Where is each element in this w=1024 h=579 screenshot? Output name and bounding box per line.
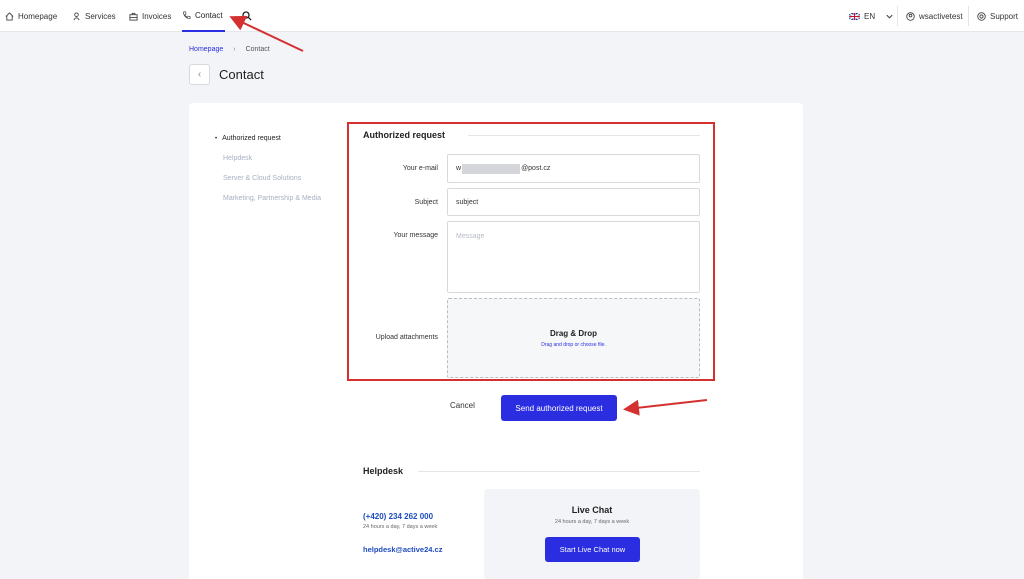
chevron-down-icon: [886, 14, 893, 19]
user-menu[interactable]: wsactivetest: [906, 0, 963, 32]
language-label: EN: [864, 11, 876, 21]
send-authorized-request-button[interactable]: Send authorized request: [501, 395, 617, 421]
side-item-marketing[interactable]: Marketing, Partnership & Media: [223, 193, 343, 213]
support-icon: [977, 11, 986, 21]
breadcrumb-chevron-icon: ›: [233, 46, 236, 53]
search-icon: [242, 11, 252, 21]
nav-services-label: Services: [85, 11, 116, 21]
uk-flag-icon: [849, 12, 860, 20]
nav-divider: [897, 6, 898, 26]
back-button[interactable]: ‹: [189, 64, 210, 85]
side-item-helpdesk[interactable]: Helpdesk: [223, 153, 343, 173]
side-item-server-cloud[interactable]: Server & Cloud Solutions: [223, 173, 343, 193]
cancel-button[interactable]: Cancel: [450, 401, 475, 410]
nav-divider: [968, 6, 969, 26]
services-icon: [73, 11, 80, 20]
search-button[interactable]: [242, 0, 252, 32]
helpdesk-email-link[interactable]: helpdesk@active24.cz: [363, 545, 442, 554]
top-navbar: Homepage Services Invoices Contact EN ws…: [0, 0, 1024, 32]
nav-contact[interactable]: Contact: [182, 0, 225, 32]
nav-invoices[interactable]: Invoices: [129, 0, 171, 32]
home-icon: [5, 11, 14, 21]
side-item-authorized-request[interactable]: Authorized request: [222, 133, 343, 153]
username-label: wsactivetest: [919, 11, 963, 21]
breadcrumb-homepage-link[interactable]: Homepage: [189, 46, 223, 53]
live-chat-card: Live Chat 24 hours a day, 7 days a week …: [484, 489, 700, 579]
breadcrumb: Homepage › Contact: [189, 46, 270, 53]
nav-services[interactable]: Services: [72, 0, 116, 32]
nav-invoices-label: Invoices: [142, 11, 172, 21]
phone-icon: [182, 11, 191, 19]
helpdesk-phone-link[interactable]: (+420) 234 262 000: [363, 512, 433, 521]
invoices-icon: [129, 12, 138, 21]
support-link[interactable]: Support: [977, 0, 1018, 32]
nav-homepage[interactable]: Homepage: [5, 0, 57, 32]
live-chat-hours: 24 hours a day, 7 days a week: [554, 519, 630, 525]
language-selector[interactable]: EN: [849, 0, 894, 32]
breadcrumb-current: Contact: [245, 46, 270, 53]
page-title: Contact: [219, 67, 264, 82]
chevron-left-icon: ‹: [197, 69, 202, 80]
user-icon: [906, 11, 915, 21]
section-divider: [418, 471, 700, 472]
nav-homepage-label: Homepage: [18, 11, 58, 21]
helpdesk-hours: 24 hours a day, 7 days a week: [363, 524, 438, 530]
contact-side-menu: Authorized request Helpdesk Server & Clo…: [222, 133, 343, 213]
nav-contact-label: Contact: [195, 10, 223, 20]
helpdesk-section-title: Helpdesk: [363, 466, 404, 476]
support-label: Support: [990, 11, 1019, 21]
start-live-chat-button[interactable]: Start Live Chat now: [545, 537, 640, 562]
live-chat-title: Live Chat: [571, 505, 613, 515]
annotation-highlight-box: [347, 122, 715, 381]
